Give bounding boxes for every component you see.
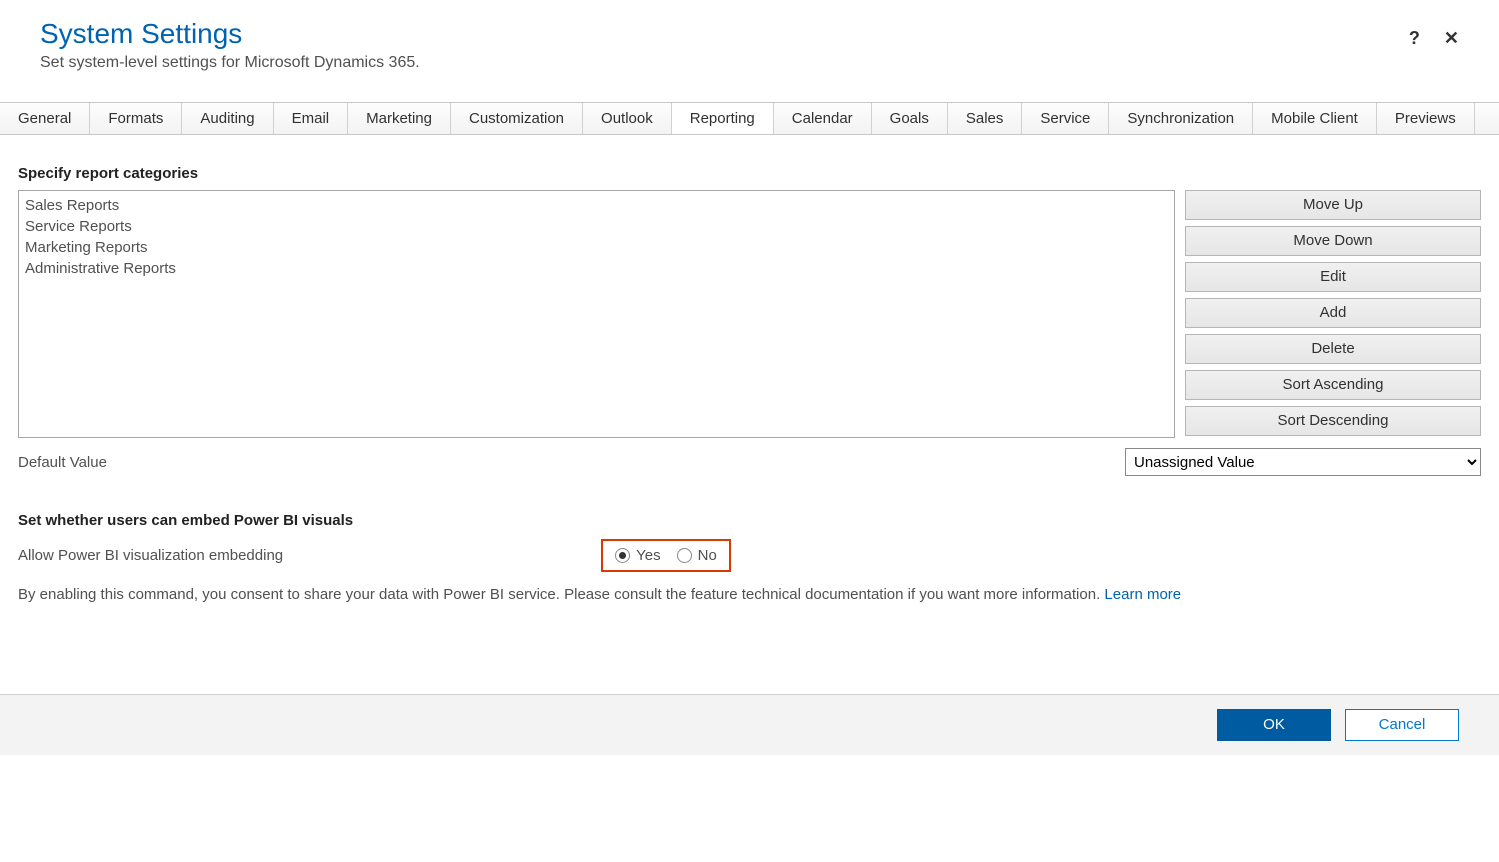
add-button[interactable]: Add	[1185, 298, 1481, 328]
close-icon[interactable]: ✕	[1444, 28, 1459, 49]
powerbi-no-label: No	[698, 547, 717, 564]
delete-button[interactable]: Delete	[1185, 334, 1481, 364]
powerbi-embed-label: Allow Power BI visualization embedding	[18, 547, 283, 564]
list-item[interactable]: Marketing Reports	[25, 237, 1168, 258]
tab-customization[interactable]: Customization	[451, 103, 583, 134]
sort-descending-button[interactable]: Sort Descending	[1185, 406, 1481, 436]
tab-outlook[interactable]: Outlook	[583, 103, 672, 134]
radio-checked-icon	[615, 548, 630, 563]
default-value-select[interactable]: Unassigned Value	[1125, 448, 1481, 476]
tab-marketing[interactable]: Marketing	[348, 103, 451, 134]
powerbi-yes-radio[interactable]: Yes	[615, 547, 660, 564]
default-value-label: Default Value	[18, 454, 107, 471]
tab-reporting[interactable]: Reporting	[672, 103, 774, 135]
ok-button[interactable]: OK	[1217, 709, 1331, 741]
tab-general[interactable]: General	[0, 103, 90, 134]
powerbi-radio-group: Yes No	[601, 539, 731, 572]
list-item[interactable]: Sales Reports	[25, 195, 1168, 216]
content-area: Specify report categories Sales ReportsS…	[0, 135, 1499, 695]
tab-synchronization[interactable]: Synchronization	[1109, 103, 1253, 134]
powerbi-section: Set whether users can embed Power BI vis…	[18, 512, 1481, 603]
list-item[interactable]: Service Reports	[25, 216, 1168, 237]
tab-email[interactable]: Email	[274, 103, 349, 134]
sort-ascending-button[interactable]: Sort Ascending	[1185, 370, 1481, 400]
page-title: System Settings	[40, 18, 1459, 50]
cancel-button[interactable]: Cancel	[1345, 709, 1459, 741]
help-icon[interactable]: ?	[1409, 28, 1420, 49]
tab-mobile-client[interactable]: Mobile Client	[1253, 103, 1377, 134]
powerbi-yes-label: Yes	[636, 547, 660, 564]
dialog-header: System Settings Set system-level setting…	[0, 0, 1499, 72]
tab-formats[interactable]: Formats	[90, 103, 182, 134]
tab-goals[interactable]: Goals	[872, 103, 948, 134]
powerbi-no-radio[interactable]: No	[677, 547, 717, 564]
dialog-footer: OK Cancel	[0, 695, 1499, 755]
report-categories-section: Specify report categories Sales ReportsS…	[18, 165, 1481, 476]
move-up-button[interactable]: Move Up	[1185, 190, 1481, 220]
learn-more-link[interactable]: Learn more	[1104, 586, 1181, 603]
edit-button[interactable]: Edit	[1185, 262, 1481, 292]
powerbi-heading: Set whether users can embed Power BI vis…	[18, 512, 1481, 529]
powerbi-disclaimer: By enabling this command, you consent to…	[18, 586, 1481, 603]
tab-auditing[interactable]: Auditing	[182, 103, 273, 134]
disclaimer-text: By enabling this command, you consent to…	[18, 586, 1104, 603]
move-down-button[interactable]: Move Down	[1185, 226, 1481, 256]
category-buttons: Move Up Move Down Edit Add Delete Sort A…	[1185, 190, 1481, 436]
tab-strip: GeneralFormatsAuditingEmailMarketingCust…	[0, 102, 1499, 135]
categories-listbox[interactable]: Sales ReportsService ReportsMarketing Re…	[18, 190, 1175, 438]
list-item[interactable]: Administrative Reports	[25, 258, 1168, 279]
tab-previews[interactable]: Previews	[1377, 103, 1475, 134]
page-subtitle: Set system-level settings for Microsoft …	[40, 54, 1459, 72]
tab-calendar[interactable]: Calendar	[774, 103, 872, 134]
report-categories-heading: Specify report categories	[18, 165, 1481, 182]
tab-service[interactable]: Service	[1022, 103, 1109, 134]
tab-sales[interactable]: Sales	[948, 103, 1023, 134]
radio-unchecked-icon	[677, 548, 692, 563]
